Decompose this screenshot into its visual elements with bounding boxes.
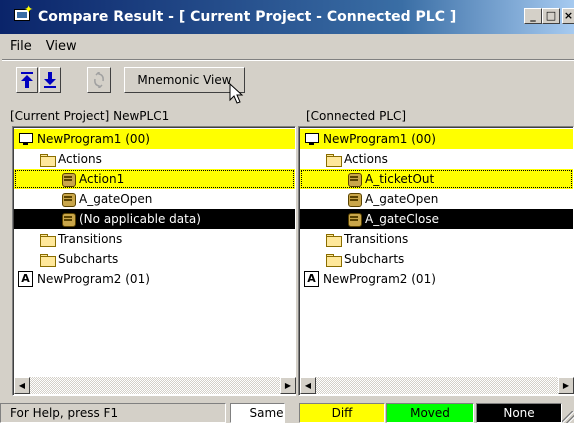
tree-item-label: A_ticketOut (365, 172, 435, 186)
action-icon (60, 212, 76, 227)
tree-item-actions[interactable]: Actions (14, 149, 295, 169)
tree-item-label: Subcharts (344, 252, 405, 266)
tree-item-label: NewProgram2 (01) (323, 272, 436, 286)
tree-item-label: NewProgram2 (01) (37, 272, 150, 286)
folder-icon (325, 152, 342, 167)
folder-icon (325, 232, 342, 247)
scroll-right-button[interactable]: ▶ (280, 377, 296, 394)
folder-icon (39, 152, 56, 167)
scroll-left-button[interactable]: ◀ (300, 377, 316, 394)
resize-grip-icon[interactable] (562, 411, 574, 423)
legend-none: None (476, 403, 562, 423)
tree-item-label: NewProgram1 (00) (37, 132, 150, 146)
tree-item-label: Transitions (344, 232, 409, 246)
right-pane-header: [Connected PLC] (306, 109, 407, 123)
tree-item-action1[interactable]: Action1 (14, 169, 295, 189)
action-icon (60, 192, 76, 207)
current-project-tree[interactable]: NewProgram1 (00) Actions Action1 A_gateO… (12, 126, 296, 396)
legend-diff: Diff (299, 403, 385, 423)
tree-item-label: A_gateClose (365, 212, 439, 226)
toolbar-divider (2, 59, 574, 61)
tree-item-newprogram1[interactable]: NewProgram1 (00) (14, 129, 295, 149)
scroll-track[interactable] (30, 377, 280, 394)
status-help-text: For Help, press F1 (0, 403, 226, 423)
scroll-track[interactable] (316, 377, 558, 394)
tree-item-label: Actions (58, 152, 102, 166)
left-horizontal-scrollbar[interactable]: ◀ ▶ (14, 377, 296, 394)
tree-item-label: Action1 (79, 172, 125, 186)
tree-item-label: Actions (344, 152, 388, 166)
action-icon (346, 212, 362, 227)
legend-same: Same (230, 403, 285, 423)
status-bar: For Help, press F1 Same Diff Moved None (0, 401, 574, 423)
tree-item-transitions[interactable]: Transitions (14, 229, 295, 249)
tree-item-no-applicable-data[interactable]: (No applicable data) (14, 209, 295, 229)
folder-icon (39, 252, 56, 267)
menu-bar: File View (0, 36, 77, 56)
tree-item-label: Transitions (58, 232, 123, 246)
tree-item-a-gateopen[interactable]: A_gateOpen (300, 189, 573, 209)
sfc-program-icon (18, 271, 34, 287)
tree-item-actions[interactable]: Actions (300, 149, 573, 169)
action-icon (60, 172, 76, 187)
arrow-up-to-bar-icon (21, 72, 33, 88)
legend-moved: Moved (386, 403, 474, 423)
scroll-right-button[interactable]: ▶ (558, 377, 574, 394)
folder-icon (39, 232, 56, 247)
tree-item-label: A_gateOpen (365, 192, 439, 206)
tree-item-newprogram2[interactable]: NewProgram2 (01) (14, 269, 295, 289)
scroll-left-button[interactable]: ◀ (14, 377, 30, 394)
window-title: Compare Result - [ Current Project - Con… (38, 9, 457, 25)
minimize-button[interactable]: _ (524, 8, 542, 24)
sync-scroll-button[interactable] (87, 67, 111, 93)
tree-item-subcharts[interactable]: Subcharts (300, 249, 573, 269)
left-pane-header: [Current Project] NewPLC1 (10, 109, 170, 123)
title-bar: ✦ Compare Result - [ Current Project - C… (0, 0, 574, 34)
sync-scroll-icon (94, 72, 104, 88)
tree-item-transitions[interactable]: Transitions (300, 229, 573, 249)
close-button[interactable]: × (562, 8, 574, 24)
menu-file[interactable]: File (10, 39, 32, 54)
mouse-cursor-icon (229, 83, 244, 104)
action-icon (346, 172, 362, 187)
app-icon: ✦ (14, 4, 34, 27)
connected-plc-tree[interactable]: NewProgram1 (00) Actions A_ticketOut A_g… (298, 126, 574, 396)
tree-item-a-gateclose[interactable]: A_gateClose (300, 209, 573, 229)
tree-item-a-gateopen[interactable]: A_gateOpen (14, 189, 295, 209)
program-icon (18, 132, 34, 146)
tree-item-newprogram1[interactable]: NewProgram1 (00) (300, 129, 573, 149)
sfc-program-icon (304, 271, 320, 287)
program-icon (304, 132, 320, 146)
tree-item-label: NewProgram1 (00) (323, 132, 436, 146)
next-difference-button[interactable] (39, 67, 61, 93)
action-icon (346, 192, 362, 207)
tree-item-label: A_gateOpen (79, 192, 153, 206)
menu-view[interactable]: View (46, 39, 77, 54)
tree-item-newprogram2[interactable]: NewProgram2 (01) (300, 269, 573, 289)
arrow-down-to-bar-icon (44, 72, 56, 88)
right-horizontal-scrollbar[interactable]: ◀ ▶ (300, 377, 574, 394)
maximize-button[interactable]: □ (542, 8, 560, 24)
tree-item-a-ticketout[interactable]: A_ticketOut (300, 169, 573, 189)
tree-item-label: (No applicable data) (79, 212, 201, 226)
folder-icon (325, 252, 342, 267)
mnemonic-view-button[interactable]: Mnemonic View (124, 67, 245, 93)
previous-difference-button[interactable] (16, 67, 38, 93)
tree-item-label: Subcharts (58, 252, 119, 266)
tree-item-subcharts[interactable]: Subcharts (14, 249, 295, 269)
